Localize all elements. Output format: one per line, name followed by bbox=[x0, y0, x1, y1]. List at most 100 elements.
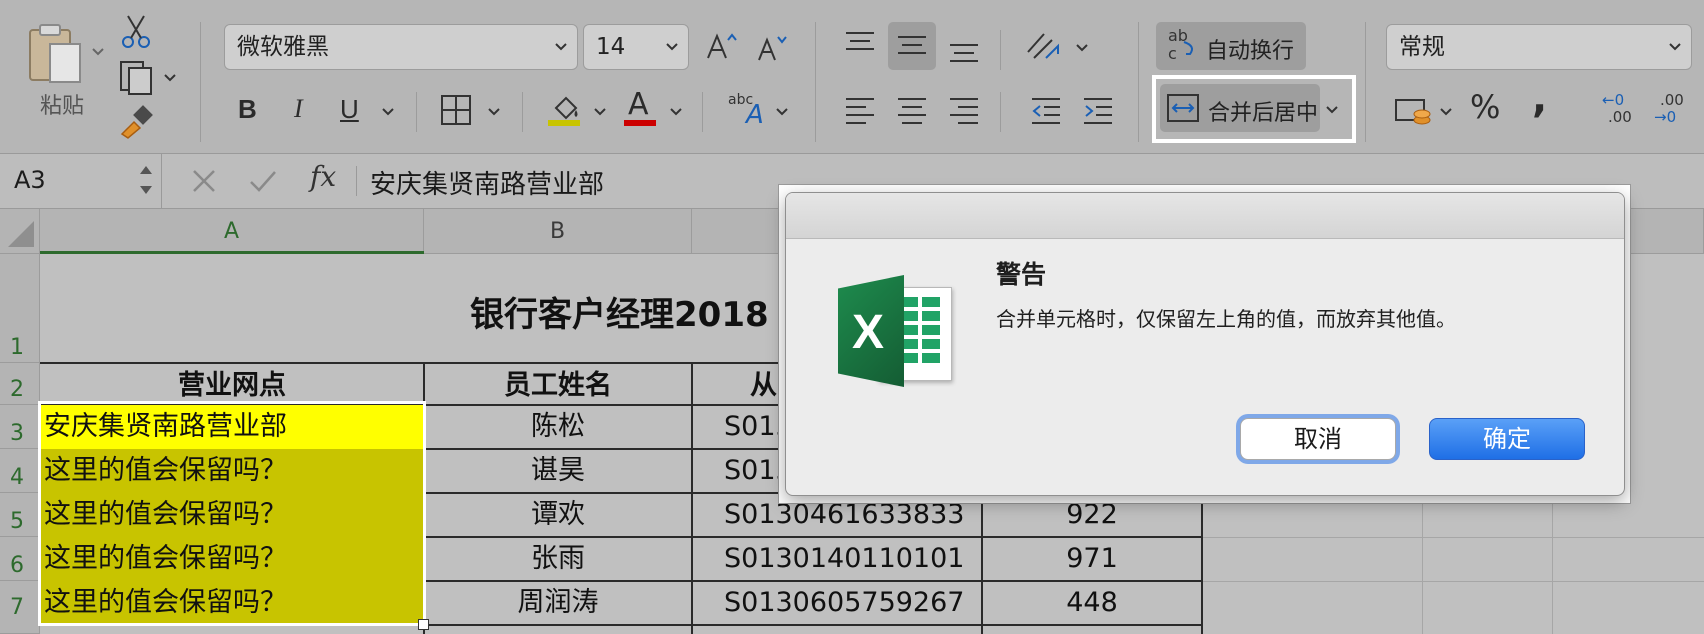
row-header-6[interactable]: 6 bbox=[0, 537, 40, 581]
merge-center-button[interactable]: 合并后居中 bbox=[1160, 84, 1320, 132]
row-header-2[interactable]: 2 bbox=[0, 363, 40, 405]
orientation-icon[interactable] bbox=[1024, 28, 1064, 64]
chevron-down-icon[interactable] bbox=[592, 104, 608, 120]
phonetic-a-text: A bbox=[746, 100, 764, 130]
table-cell[interactable]: 这里的值会保留吗？ bbox=[44, 537, 287, 581]
header-cell-c[interactable]: 从 bbox=[750, 366, 777, 406]
increase-decimal-bottom: →0 bbox=[1654, 108, 1677, 126]
table-cell[interactable]: 谭欢 bbox=[424, 493, 692, 537]
chevron-down-icon bbox=[1669, 43, 1681, 51]
increase-font-size-icon[interactable] bbox=[705, 30, 739, 64]
wrap-text-button[interactable]: ab c 自动换行 bbox=[1156, 22, 1306, 70]
decrease-indent-icon[interactable] bbox=[1030, 96, 1062, 126]
chevron-down-icon bbox=[555, 43, 567, 51]
formula-input[interactable]: 安庆集贤南路营业部 bbox=[370, 164, 604, 201]
scissors-icon[interactable] bbox=[120, 14, 154, 50]
dialog-message: 合并单元格时，仅保留左上角的值，而放弃其他值。 bbox=[996, 307, 1456, 331]
copy-icon[interactable] bbox=[118, 60, 158, 96]
align-left-icon[interactable] bbox=[844, 96, 876, 126]
increase-decimal-button[interactable]: .00 →0 bbox=[1654, 92, 1700, 134]
cancel-entry-icon[interactable] bbox=[190, 167, 218, 195]
separator bbox=[522, 92, 523, 132]
ribbon: 粘贴 微软雅黑 14 B I U A abc A ab c 自动换行 合并后居中… bbox=[0, 0, 1704, 154]
cancel-button[interactable]: 取消 bbox=[1240, 418, 1396, 460]
phonetic-guide-button[interactable]: abc A bbox=[728, 92, 776, 132]
table-cell[interactable]: 971 bbox=[982, 537, 1202, 581]
align-right-icon[interactable] bbox=[948, 96, 980, 126]
stepper-icon[interactable] bbox=[138, 162, 154, 198]
wrap-c-text: c bbox=[1168, 44, 1177, 63]
chevron-down-icon bbox=[666, 43, 678, 51]
row-header-7[interactable]: 7 bbox=[0, 581, 40, 634]
excel-grid-icon bbox=[900, 297, 940, 363]
table-cell[interactable]: 这里的值会保留吗？ bbox=[44, 493, 287, 537]
fill-color-swatch bbox=[548, 120, 580, 126]
decrease-decimal-button[interactable]: ←0 .00 bbox=[1602, 92, 1648, 134]
table-cell[interactable]: 周润涛 bbox=[424, 581, 692, 625]
table-cell[interactable]: S0130140110101 bbox=[724, 537, 964, 581]
percent-style-button[interactable]: % bbox=[1470, 91, 1500, 123]
gridline bbox=[1202, 537, 1704, 538]
chevron-down-icon[interactable] bbox=[774, 104, 790, 120]
paste-label: 粘贴 bbox=[40, 94, 85, 119]
table-cell[interactable]: S0130605759267 bbox=[724, 581, 964, 625]
column-header-a[interactable]: A bbox=[40, 209, 424, 254]
table-cell[interactable]: 陈松 bbox=[424, 405, 692, 449]
table-cell[interactable]: 谌昊 bbox=[424, 449, 692, 493]
align-center-icon[interactable] bbox=[896, 96, 928, 126]
chevron-down-icon bbox=[92, 48, 104, 56]
row-header-4[interactable]: 4 bbox=[0, 449, 40, 493]
comma-style-button[interactable]: , bbox=[1532, 79, 1547, 119]
row-header-3[interactable]: 3 bbox=[0, 405, 40, 449]
separator bbox=[356, 166, 357, 196]
underline-button[interactable]: U bbox=[340, 94, 359, 124]
gridline bbox=[1202, 581, 1704, 582]
select-all-corner[interactable] bbox=[0, 209, 40, 254]
align-bottom-icon[interactable] bbox=[948, 40, 980, 68]
name-box[interactable]: A3 bbox=[0, 154, 162, 208]
borders-icon[interactable] bbox=[440, 94, 472, 126]
paste-button[interactable]: 粘贴 bbox=[18, 18, 108, 119]
function-icon[interactable]: fx bbox=[310, 160, 336, 193]
chevron-down-icon[interactable] bbox=[486, 104, 502, 120]
table-cell[interactable]: 这里的值会保留吗？ bbox=[44, 581, 287, 625]
row-header-5[interactable]: 5 bbox=[0, 493, 40, 537]
align-top-icon[interactable] bbox=[844, 30, 876, 58]
table-cell[interactable]: 448 bbox=[982, 581, 1202, 625]
merge-cells-icon bbox=[1167, 94, 1199, 122]
font-size-dropdown[interactable]: 14 bbox=[583, 24, 689, 70]
accounting-format-icon[interactable] bbox=[1394, 94, 1434, 130]
column-header-b[interactable]: B bbox=[424, 209, 692, 254]
font-name-value: 微软雅黑 bbox=[237, 34, 329, 60]
excel-app-icon: X bbox=[838, 275, 956, 393]
row-header-1[interactable]: 1 bbox=[0, 254, 40, 363]
italic-button[interactable]: I bbox=[294, 94, 303, 124]
decrease-decimal-bottom: .00 bbox=[1608, 108, 1632, 126]
separator bbox=[1000, 92, 1001, 132]
chevron-down-icon[interactable] bbox=[380, 104, 396, 120]
header-cell-employee[interactable]: 员工姓名 bbox=[424, 366, 692, 406]
font-name-dropdown[interactable]: 微软雅黑 bbox=[224, 24, 578, 70]
separator bbox=[1000, 30, 1001, 70]
table-cell[interactable]: 这里的值会保留吗？ bbox=[44, 449, 287, 493]
separator bbox=[1138, 22, 1139, 142]
chevron-down-icon[interactable] bbox=[1074, 40, 1090, 56]
decrease-font-size-icon[interactable] bbox=[756, 32, 790, 66]
header-cell-branch[interactable]: 营业网点 bbox=[40, 366, 424, 406]
dialog-titlebar[interactable] bbox=[786, 193, 1624, 239]
number-format-dropdown[interactable]: 常规 bbox=[1386, 24, 1692, 70]
chevron-down-icon[interactable] bbox=[668, 104, 684, 120]
format-painter-icon[interactable] bbox=[118, 104, 154, 140]
increase-indent-icon[interactable] bbox=[1082, 96, 1114, 126]
dialog-title: 警告 bbox=[996, 260, 1047, 289]
sheet-title[interactable]: 银行客户经理2018 bbox=[470, 287, 769, 336]
bold-button[interactable]: B bbox=[238, 94, 257, 124]
table-cell[interactable]: 张雨 bbox=[424, 537, 692, 581]
font-color-button[interactable]: A bbox=[628, 90, 649, 120]
chevron-down-icon[interactable] bbox=[1438, 104, 1454, 120]
confirm-entry-icon[interactable] bbox=[248, 168, 278, 196]
table-cell[interactable]: 安庆集贤南路营业部 bbox=[44, 405, 287, 449]
chevron-down-icon[interactable] bbox=[1324, 102, 1340, 118]
ok-button[interactable]: 确定 bbox=[1429, 418, 1585, 460]
chevron-down-icon[interactable] bbox=[162, 70, 178, 86]
